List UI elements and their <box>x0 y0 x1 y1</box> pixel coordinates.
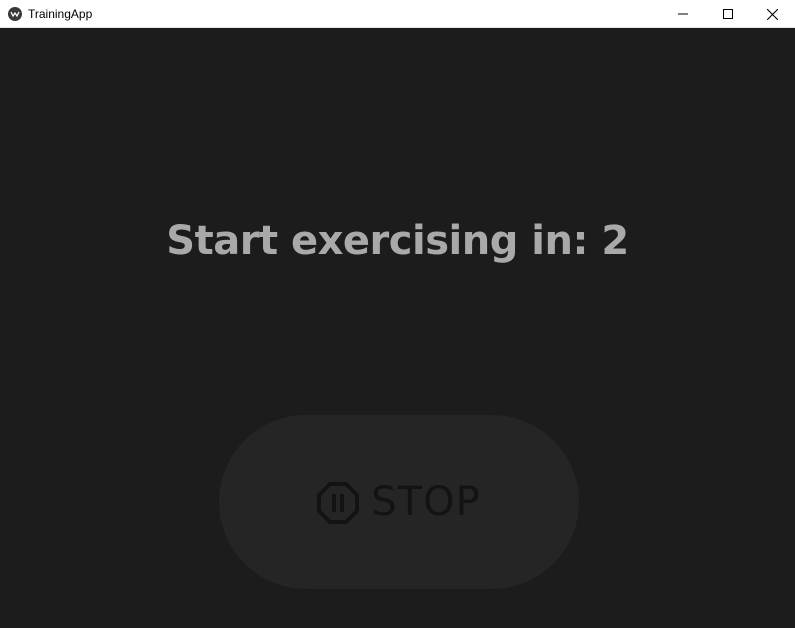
close-button[interactable] <box>750 0 795 28</box>
minimize-button[interactable] <box>660 0 705 28</box>
countdown-text: Start exercising in: 2 <box>166 218 629 264</box>
minimize-icon <box>677 13 688 15</box>
close-icon <box>767 8 778 20</box>
window-title: TrainingApp <box>28 6 93 21</box>
app-logo-icon <box>8 6 22 21</box>
stop-button-label: STOP <box>371 479 481 525</box>
maximize-button[interactable] <box>705 0 750 28</box>
window-controls <box>660 0 795 28</box>
main-content: Start exercising in: 2 STOP <box>0 28 795 628</box>
stop-octagon-icon <box>317 482 360 524</box>
app-window: TrainingApp Start exercising in: 2 STOP <box>0 0 795 628</box>
stop-button[interactable]: STOP <box>219 415 579 589</box>
title-bar[interactable]: TrainingApp <box>0 0 795 28</box>
maximize-icon <box>722 9 733 19</box>
